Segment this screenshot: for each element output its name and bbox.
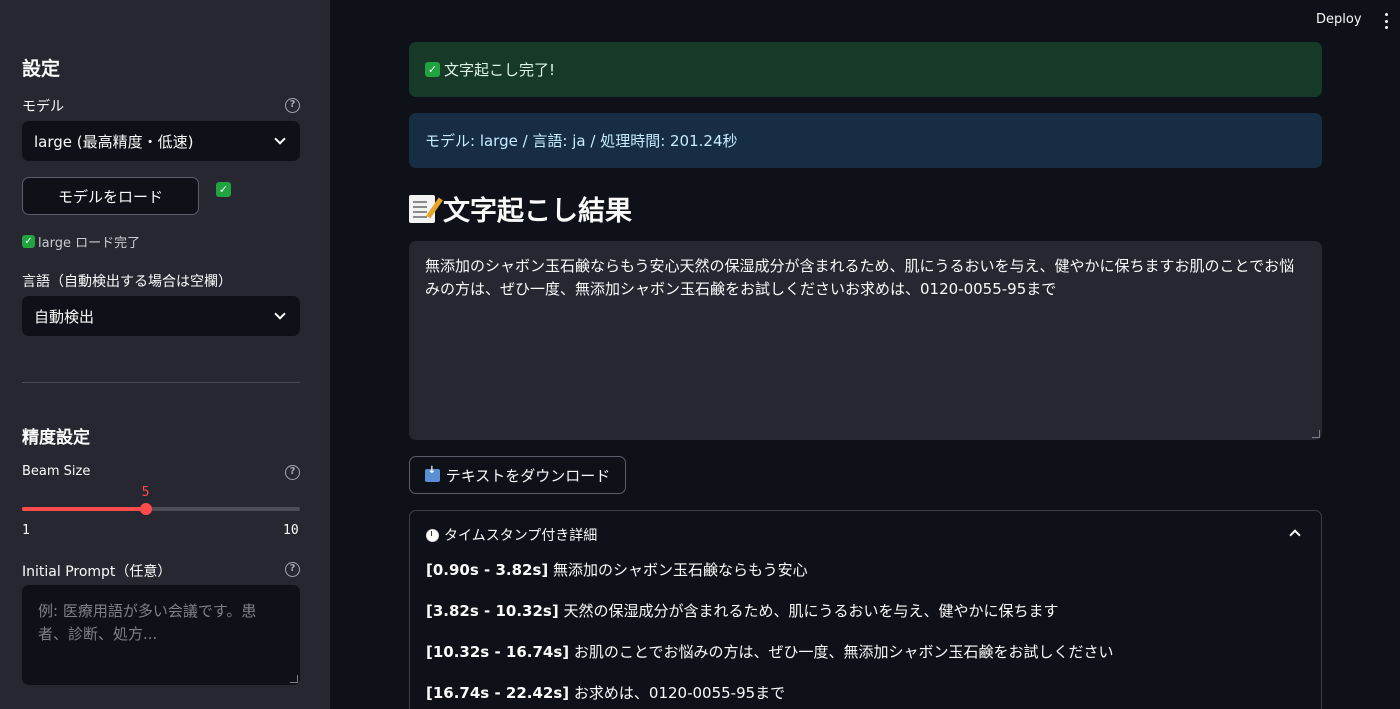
segment-time: [0.90s - 3.82s] [426, 561, 549, 579]
segment-time: [10.32s - 16.74s] [426, 643, 570, 661]
sidebar-divider [22, 382, 300, 383]
section-title-text: 文字起こし結果 [443, 196, 632, 227]
check-icon: ✓ [216, 182, 231, 197]
load-status: ✓ large ロード完了 [22, 232, 140, 251]
beam-slider-min: 1 [22, 523, 30, 538]
sidebar: 設定 モデル ? large (最高精度・低速) モデルをロード ✓ ✓ lar… [0, 0, 330, 709]
download-text-button[interactable]: テキストをダウンロード [409, 456, 626, 494]
initial-prompt-input[interactable]: 例: 医療用語が多い会議です。患者、診断、処方... [22, 585, 300, 685]
beam-slider-value: 5 [141, 485, 150, 500]
prompt-help-icon[interactable]: ? [285, 562, 300, 577]
download-button-label: テキストをダウンロード [445, 466, 611, 485]
language-select[interactable]: 自動検出 [22, 296, 300, 336]
check-icon: ✓ [22, 235, 35, 248]
initial-prompt-placeholder: 例: 医療用語が多い会議です。患者、診断、処方... [38, 602, 257, 643]
segment-text: 天然の保湿成分が含まれるため、肌にうるおいを与え、健やかに保ちます [563, 602, 1059, 620]
timestamps-expander: タイムスタンプ付き詳細 [0.90s - 3.82s] 無添加のシャボン玉石鹸な… [409, 510, 1322, 709]
clock-icon [426, 528, 439, 542]
chevron-up-icon[interactable] [1289, 529, 1301, 541]
model-label: モデル [22, 99, 64, 115]
beam-slider-fill [22, 507, 146, 511]
beam-slider[interactable] [22, 503, 300, 515]
initial-prompt-label: Initial Prompt（任意） [22, 564, 172, 580]
load-status-text: large ロード完了 [38, 236, 141, 251]
load-model-button[interactable]: モデルをロード [22, 177, 199, 215]
transcription-text: 無添加のシャボン玉石鹸ならもう安心天然の保湿成分が含まれるため、肌にうるおいを与… [425, 257, 1295, 298]
segment-item: [10.32s - 16.74s] お肌のことでお悩みの方は、ぜひ一度、無添加シ… [426, 641, 1113, 662]
model-help-icon[interactable]: ? [285, 98, 300, 113]
chevron-down-icon [274, 308, 286, 320]
beam-slider-max: 10 [283, 523, 299, 538]
timestamps-title: タイムスタンプ付き詳細 [444, 528, 598, 544]
resize-handle-icon[interactable] [1312, 430, 1320, 438]
language-select-value: 自動検出 [34, 307, 95, 326]
check-icon: ✓ [425, 62, 440, 77]
beam-slider-thumb[interactable] [139, 503, 152, 515]
transcription-textarea[interactable]: 無添加のシャボン玉石鹸ならもう安心天然の保湿成分が含まれるため、肌にうるおいを与… [409, 241, 1322, 440]
beam-size-label: Beam Size [22, 464, 91, 479]
sidebar-title: 設定 [22, 58, 61, 80]
info-alert: モデル: large / 言語: ja / 処理時間: 201.24秒 [409, 113, 1322, 168]
segment-item: [3.82s - 10.32s] 天然の保湿成分が含まれるため、肌にうるおいを与… [426, 600, 1059, 621]
beam-help-icon[interactable]: ? [285, 465, 300, 480]
success-message: 文字起こし完了! [444, 61, 556, 79]
segment-time: [3.82s - 10.32s] [426, 602, 559, 620]
segment-text: お肌のことでお悩みの方は、ぜひ一度、無添加シャボン玉石鹸をお試しください [573, 643, 1114, 661]
resize-handle-icon[interactable] [290, 675, 298, 683]
language-label: 言語（自動検出する場合は空欄） [22, 274, 232, 290]
main-menu-icon[interactable] [1381, 13, 1391, 29]
segment-text: 無添加のシャボン玉石鹸ならもう安心 [553, 561, 808, 579]
timestamps-expander-header[interactable]: タイムスタンプ付き詳細 [426, 525, 597, 545]
segment-item: [16.74s - 22.42s] お求めは、0120-0055-95まで [426, 682, 785, 703]
success-alert: ✓ 文字起こし完了! [409, 42, 1322, 97]
segment-time: [16.74s - 22.42s] [426, 684, 570, 702]
chevron-down-icon [274, 133, 286, 145]
memo-icon [409, 194, 435, 223]
segment-text: お求めは、0120-0055-95まで [573, 684, 786, 702]
model-select-value: large (最高精度・低速) [34, 132, 194, 151]
model-select[interactable]: large (最高精度・低速) [22, 121, 300, 161]
segment-item: [0.90s - 3.82s] 無添加のシャボン玉石鹸ならもう安心 [426, 559, 808, 580]
info-message: モデル: large / 言語: ja / 処理時間: 201.24秒 [425, 132, 738, 150]
precision-title: 精度設定 [22, 428, 90, 448]
deploy-button[interactable]: Deploy [1316, 12, 1362, 27]
section-title: 文字起こし結果 [409, 189, 632, 228]
inbox-tray-icon [424, 465, 440, 482]
